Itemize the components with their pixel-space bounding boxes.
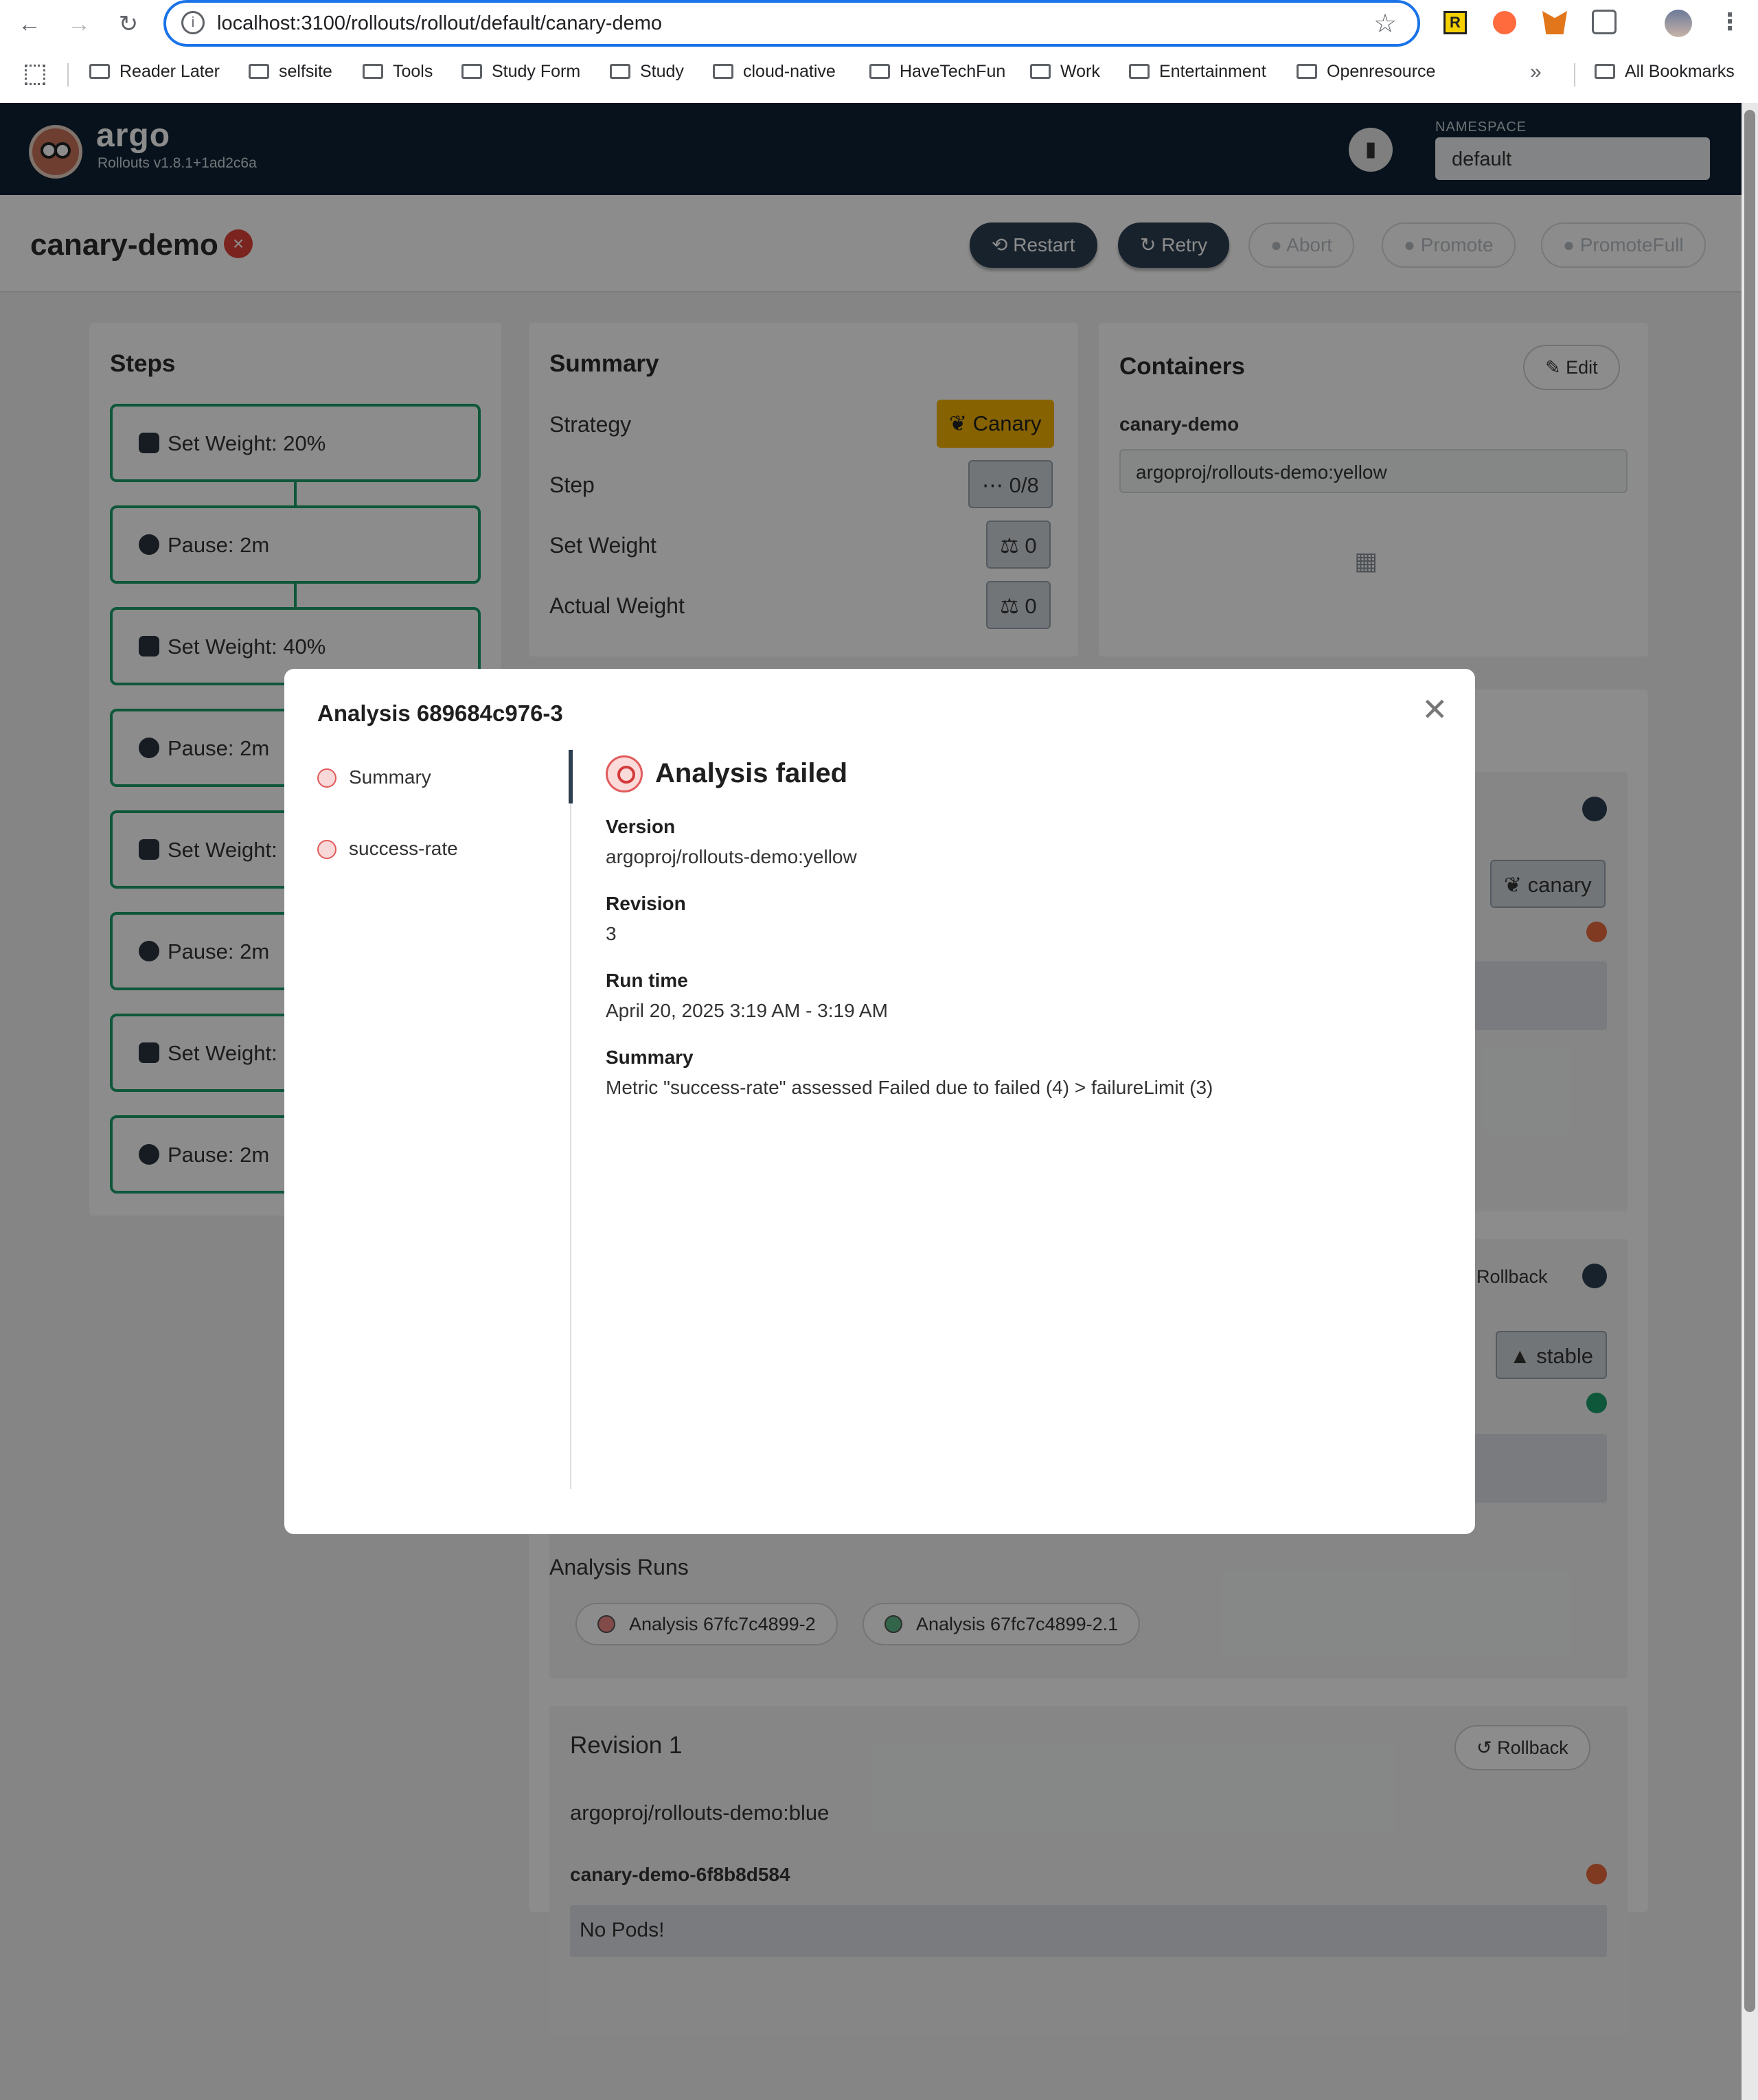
- bookmark-label: selfsite: [279, 62, 332, 81]
- folder-icon: [461, 64, 482, 79]
- modal-divider: [570, 750, 571, 1489]
- bookmark-star-icon[interactable]: ☆: [1373, 8, 1397, 39]
- address-bar[interactable]: i localhost:3100/rollouts/rollout/defaul…: [163, 0, 1420, 47]
- reload-icon[interactable]: ↻: [113, 8, 144, 40]
- active-nav-indicator: [569, 750, 573, 803]
- analysis-failed-icon: [606, 755, 643, 792]
- bookmark-folder[interactable]: Study Form: [461, 62, 580, 82]
- bookmark-label: Openresource: [1327, 62, 1436, 81]
- bookmark-folder[interactable]: cloud-native: [713, 62, 836, 82]
- version-label: Version: [606, 816, 676, 837]
- scrollbar-thumb[interactable]: [1744, 110, 1755, 2012]
- nav-label: success-rate: [349, 838, 458, 859]
- bookmarks-divider: [1574, 63, 1575, 87]
- browser-chrome: ← → ↻ i localhost:3100/rollouts/rollout/…: [0, 0, 1758, 103]
- bookmark-folder[interactable]: HaveTechFun: [869, 62, 1005, 82]
- url-text: localhost:3100/rollouts/rollout/default/…: [217, 12, 663, 34]
- back-icon[interactable]: ←: [14, 8, 45, 40]
- extension-orange-icon[interactable]: [1493, 11, 1516, 34]
- folder-icon: [610, 64, 630, 79]
- bookmark-folder[interactable]: Entertainment: [1129, 62, 1266, 82]
- bookmark-folder[interactable]: Tools: [363, 62, 433, 82]
- runtime-value: April 20, 2025 3:19 AM - 3:19 AM: [606, 1000, 888, 1021]
- folder-icon: [1030, 64, 1051, 79]
- bookmarks-divider: [67, 63, 69, 87]
- summary-value: Metric "success-rate" assessed Failed du…: [606, 1077, 1213, 1098]
- bookmark-label: Reader Later: [119, 62, 220, 81]
- bookmark-label: Study Form: [492, 62, 581, 81]
- bookmark-folder[interactable]: selfsite: [249, 62, 332, 82]
- extension-r-icon[interactable]: R: [1443, 11, 1467, 34]
- revision-value: 3: [606, 923, 617, 944]
- folder-icon: [363, 64, 383, 79]
- site-info-icon[interactable]: i: [181, 11, 205, 34]
- folder-icon: [1297, 64, 1317, 79]
- version-value: argoproj/rollouts-demo:yellow: [606, 846, 857, 867]
- modal-title: Analysis 689684c976-3: [317, 700, 563, 726]
- metamask-icon[interactable]: [1542, 11, 1567, 34]
- folder-icon: [1129, 64, 1150, 79]
- overlay-header-dim: [0, 103, 1742, 293]
- folder-icon: [249, 64, 269, 79]
- analysis-status-heading: Analysis failed: [655, 758, 848, 788]
- bookmark-label: Entertainment: [1159, 62, 1266, 81]
- folder-icon: [1595, 64, 1615, 79]
- close-icon[interactable]: ✕: [1422, 694, 1448, 725]
- bookmark-folder[interactable]: Openresource: [1297, 62, 1435, 82]
- analysis-modal: Analysis 689684c976-3 ✕ Summary success-…: [284, 669, 1475, 1534]
- bookmark-folder[interactable]: Reader Later: [89, 62, 220, 82]
- all-bookmarks[interactable]: All Bookmarks: [1595, 62, 1735, 82]
- nav-label: Summary: [349, 766, 431, 788]
- nav-success-rate[interactable]: success-rate: [317, 838, 458, 860]
- folder-icon: [869, 64, 890, 79]
- profile-avatar[interactable]: [1665, 10, 1692, 37]
- bookmark-label: Work: [1060, 62, 1100, 81]
- forward-icon[interactable]: →: [63, 8, 95, 40]
- bookmark-folder[interactable]: Study: [610, 62, 684, 82]
- runtime-label: Run time: [606, 970, 688, 991]
- failed-dot-icon: [317, 768, 336, 788]
- extensions-puzzle-icon[interactable]: [1592, 10, 1617, 34]
- bookmark-label: HaveTechFun: [900, 62, 1006, 81]
- apps-grid-icon[interactable]: [25, 65, 45, 85]
- nav-summary[interactable]: Summary: [317, 766, 431, 788]
- more-bookmarks-icon[interactable]: »: [1530, 60, 1542, 84]
- folder-icon: [89, 64, 110, 79]
- revision-label: Revision: [606, 893, 686, 914]
- bookmarks-bar: Reader Later selfsite Tools Study Form S…: [0, 56, 1758, 93]
- bookmark-label: cloud-native: [743, 62, 836, 81]
- browser-menu-icon[interactable]: ⋮: [1718, 8, 1742, 36]
- summary-label: Summary: [606, 1047, 694, 1068]
- bookmark-folder[interactable]: Work: [1030, 62, 1100, 82]
- failed-dot-icon: [317, 840, 336, 859]
- bookmark-label: Tools: [393, 62, 433, 81]
- bookmark-label: All Bookmarks: [1625, 62, 1735, 81]
- bookmark-label: Study: [640, 62, 684, 81]
- folder-icon: [713, 64, 733, 79]
